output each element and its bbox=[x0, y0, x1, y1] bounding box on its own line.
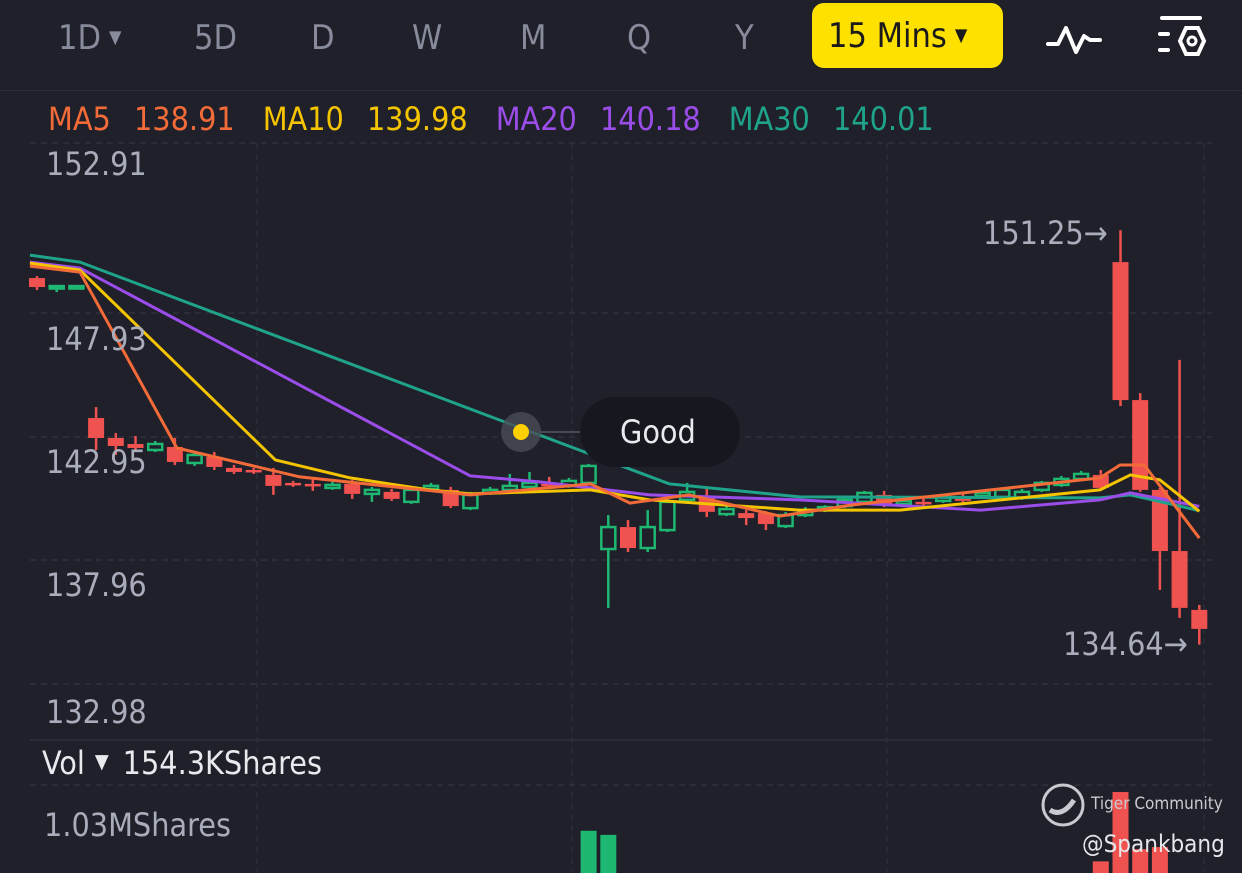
arrow-right-icon: → bbox=[1083, 214, 1108, 252]
candle bbox=[1171, 359, 1188, 618]
candle-body bbox=[304, 483, 321, 487]
candle-body bbox=[285, 482, 302, 486]
candle-body bbox=[48, 284, 65, 290]
candle-body bbox=[974, 491, 991, 498]
candle-body bbox=[738, 513, 755, 519]
candle bbox=[738, 510, 755, 526]
candle-body bbox=[600, 525, 617, 551]
candle-body bbox=[718, 507, 735, 516]
candle bbox=[1112, 230, 1129, 407]
watermark-brand: Tiger Community bbox=[1091, 794, 1223, 814]
volume-bar bbox=[1092, 861, 1109, 873]
candle bbox=[29, 276, 45, 291]
candle bbox=[363, 486, 381, 502]
candle-body bbox=[29, 278, 45, 288]
candle bbox=[580, 463, 597, 485]
candle-body bbox=[344, 483, 361, 494]
volume-label: Vol bbox=[42, 744, 85, 782]
candle bbox=[285, 480, 302, 487]
high-value: 151.25 bbox=[983, 214, 1084, 252]
low-value: 134.64 bbox=[1063, 625, 1164, 663]
candle bbox=[1191, 604, 1208, 645]
candle-body bbox=[462, 493, 479, 510]
candle-body bbox=[68, 284, 85, 290]
candle bbox=[68, 284, 85, 290]
high-price-marker: 151.25→ bbox=[983, 214, 1108, 252]
candle bbox=[226, 464, 242, 474]
candle bbox=[383, 488, 400, 501]
candle-body bbox=[226, 467, 242, 472]
candle-body bbox=[324, 483, 341, 490]
candle-body bbox=[580, 464, 597, 485]
caret-down-icon: ▼ bbox=[94, 749, 109, 773]
candle-body bbox=[146, 442, 164, 452]
candle-body bbox=[1191, 609, 1208, 629]
candle-body bbox=[501, 484, 519, 492]
candle-body bbox=[186, 453, 203, 465]
ma30-line bbox=[29, 253, 1200, 513]
arrow-right-icon: → bbox=[1163, 625, 1188, 663]
candle-body bbox=[659, 500, 676, 532]
price-tick: 132.98 bbox=[46, 693, 147, 731]
candle bbox=[620, 520, 636, 553]
candle bbox=[639, 510, 656, 553]
price-tick: 142.95 bbox=[46, 443, 147, 481]
price-tick: 147.93 bbox=[46, 320, 147, 358]
annotation-tooltip[interactable]: Good bbox=[580, 397, 740, 467]
candle bbox=[146, 440, 164, 452]
volume-header[interactable]: Vol ▼ 154.3KShares bbox=[42, 744, 322, 782]
candle-body bbox=[620, 527, 636, 549]
tiger-logo-icon bbox=[1040, 782, 1086, 828]
candle bbox=[718, 506, 735, 517]
volume-value: 154.3KShares bbox=[122, 744, 322, 782]
candle bbox=[501, 473, 519, 492]
candle bbox=[659, 497, 676, 533]
volume-bar bbox=[600, 834, 617, 873]
candle-body bbox=[1171, 551, 1188, 608]
volume-axis-max: 1.03MShares bbox=[44, 806, 231, 844]
candle-body bbox=[403, 488, 420, 504]
price-tick: 152.91 bbox=[46, 145, 147, 183]
candle-body bbox=[915, 501, 932, 505]
candle bbox=[600, 515, 617, 608]
candle-body bbox=[994, 488, 1011, 499]
candle-body bbox=[1112, 262, 1129, 401]
candle-body bbox=[383, 491, 400, 499]
candle-body bbox=[363, 488, 381, 496]
candle-body bbox=[521, 481, 538, 489]
candle bbox=[48, 284, 65, 293]
watermark-user: @Spankbang bbox=[1082, 830, 1225, 858]
candle-body bbox=[265, 474, 282, 486]
volume-bar bbox=[580, 830, 597, 873]
ma20-line bbox=[29, 260, 1200, 512]
price-tick: 137.96 bbox=[46, 566, 147, 604]
low-price-marker: 134.64→ bbox=[1063, 625, 1188, 663]
candle bbox=[324, 481, 341, 490]
ma10-line bbox=[29, 261, 1201, 513]
candle-body bbox=[88, 418, 105, 438]
candle-body bbox=[639, 525, 656, 550]
annotation-dot bbox=[513, 424, 529, 440]
candle-body bbox=[245, 469, 262, 473]
